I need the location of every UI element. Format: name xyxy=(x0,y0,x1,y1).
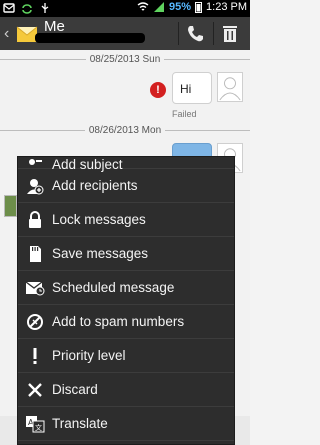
message-bubble[interactable]: Hi xyxy=(172,72,212,104)
image-thumbnail[interactable] xyxy=(4,195,17,217)
discard-x-icon xyxy=(18,382,52,397)
compose-area-edge xyxy=(0,416,17,445)
status-bar: 95% 1:23 PM xyxy=(0,0,250,17)
sync-icon xyxy=(22,4,32,14)
message-status: Failed xyxy=(172,109,197,119)
failed-alert-icon[interactable]: ! xyxy=(150,82,166,98)
menu-item-scheduled-message[interactable]: Scheduled message xyxy=(18,271,234,305)
menu-item-translate[interactable]: A文 Translate xyxy=(18,407,234,441)
exclamation-icon xyxy=(18,347,52,365)
menu-item-save-messages[interactable]: Save messages xyxy=(18,237,234,271)
sd-card-icon xyxy=(18,245,52,263)
signal-icon xyxy=(154,2,164,12)
back-chevron-icon[interactable]: ‹ xyxy=(4,25,14,43)
avatar[interactable] xyxy=(217,72,243,102)
date-separator: 08/25/2013 Sun xyxy=(0,54,250,65)
message-text: Hi xyxy=(180,82,192,96)
options-menu: Add subject Add recipients Lock messages… xyxy=(17,156,235,445)
person-silhouette-icon xyxy=(219,77,241,101)
divider xyxy=(213,22,214,45)
menu-item-add-to-spam[interactable]: Add to spam numbers xyxy=(18,305,234,339)
menu-item-add-subject[interactable]: Add subject xyxy=(18,157,234,172)
notification-icon xyxy=(3,3,15,13)
lock-icon xyxy=(18,210,52,229)
usb-icon xyxy=(41,3,49,13)
menu-item-add-recipients[interactable]: Add recipients xyxy=(18,169,234,203)
scheduled-envelope-icon xyxy=(18,280,52,296)
date-separator: 08/26/2013 Mon xyxy=(0,125,250,136)
translate-icon: A文 xyxy=(18,415,52,433)
clock: 1:23 PM xyxy=(206,1,247,13)
call-icon[interactable] xyxy=(184,23,206,45)
svg-text:文: 文 xyxy=(35,423,42,432)
menu-item-priority-level[interactable]: Priority level xyxy=(18,339,234,373)
menu-item-lock-messages[interactable]: Lock messages xyxy=(18,203,234,237)
battery-percent: 95% xyxy=(169,1,192,13)
delete-trash-icon[interactable] xyxy=(219,23,241,45)
wifi-icon xyxy=(137,2,149,11)
menu-item-discard[interactable]: Discard xyxy=(18,373,234,407)
divider xyxy=(178,22,179,45)
subject-icon xyxy=(18,158,52,168)
redacted-number xyxy=(35,33,145,43)
compose-area-edge xyxy=(235,416,250,445)
battery-icon xyxy=(195,2,203,13)
spam-icon xyxy=(18,313,52,331)
add-recipient-icon xyxy=(18,177,52,195)
